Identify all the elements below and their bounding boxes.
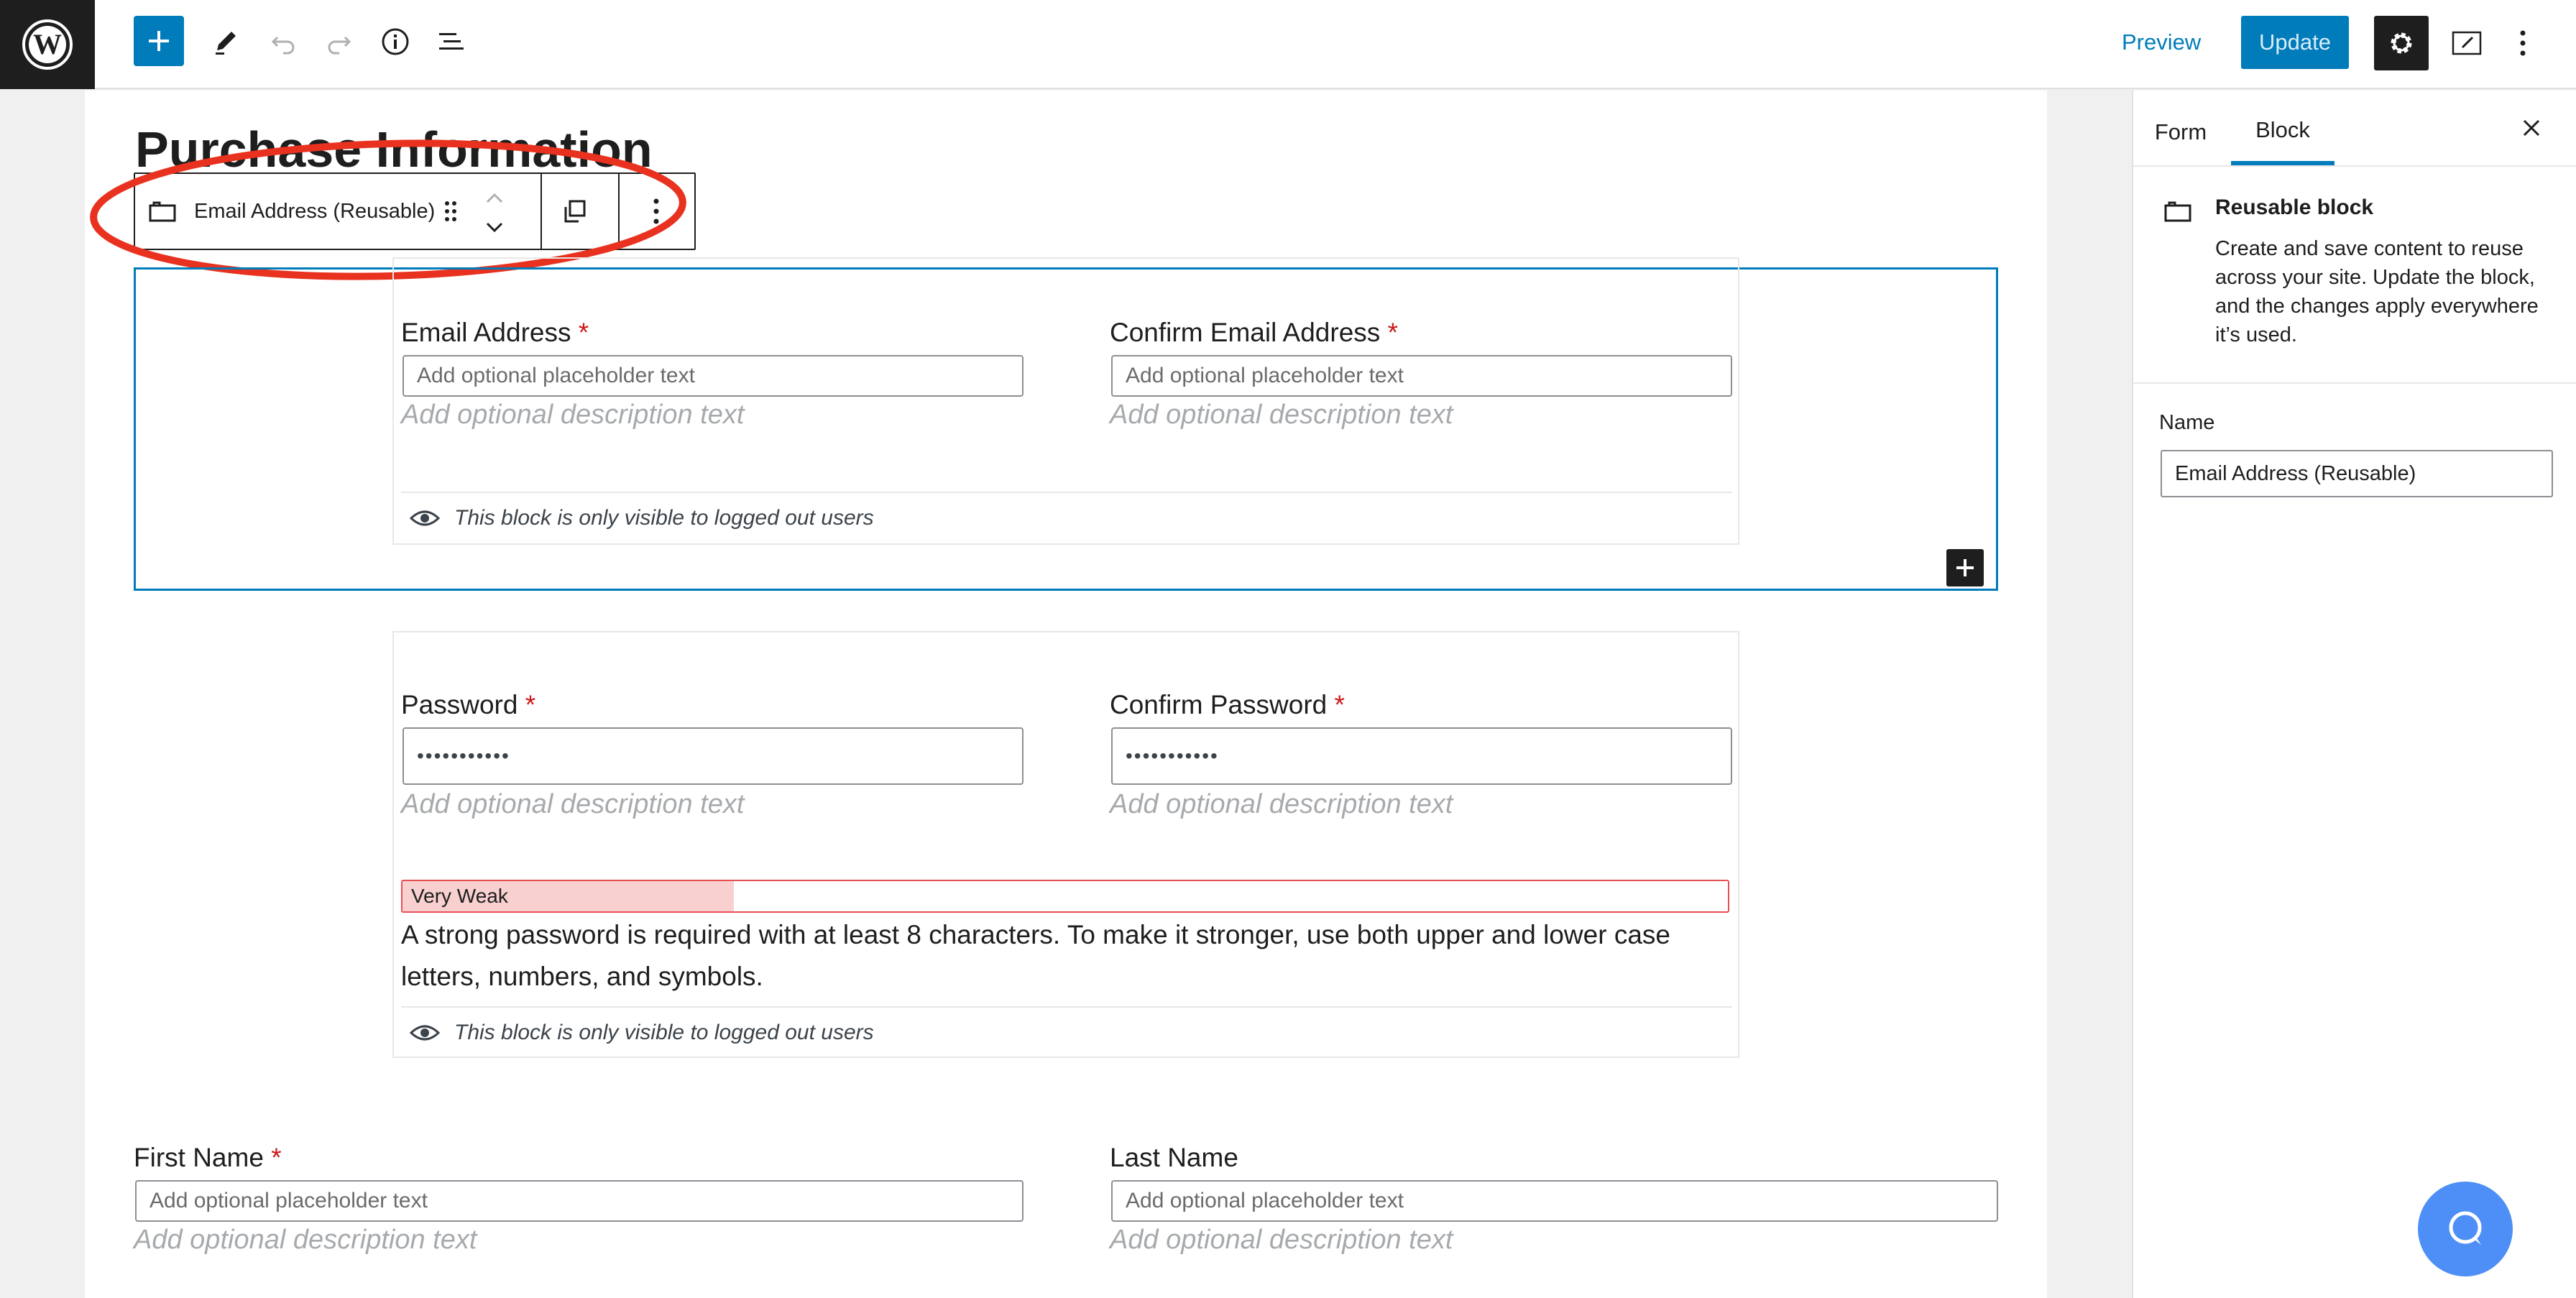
email-description[interactable]: Add optional description text <box>401 400 744 431</box>
close-icon[interactable] <box>2513 109 2550 147</box>
list-view-icon[interactable] <box>430 20 473 63</box>
plus-icon <box>149 31 169 51</box>
divider <box>401 492 1732 493</box>
first-name-label: First Name * <box>134 1143 282 1172</box>
help-chat-icon <box>2449 1211 2482 1245</box>
undo-icon[interactable] <box>262 20 305 63</box>
name-field-label: Name <box>2159 411 2215 434</box>
confirm-password-description[interactable]: Add optional description text <box>1110 789 1453 820</box>
confirm-email-label: Confirm Email Address * <box>1110 318 1398 347</box>
last-name-description[interactable]: Add optional description text <box>1110 1225 1453 1256</box>
visibility-note: This block is only visible to logged out… <box>410 500 874 536</box>
email-label: Email Address * <box>401 318 589 347</box>
tab-form[interactable]: Form <box>2133 99 2228 165</box>
divider <box>2133 382 2576 384</box>
first-name-input[interactable]: Add optional placeholder text <box>135 1180 1024 1222</box>
svg-text:W: W <box>33 28 62 60</box>
wordpress-logo-icon[interactable]: W <box>0 0 95 89</box>
info-icon[interactable] <box>374 20 417 63</box>
editor-panel-icon[interactable] <box>2444 20 2490 66</box>
eye-icon <box>410 1025 440 1041</box>
strength-label: Very Weak <box>411 885 508 907</box>
update-button[interactable]: Update <box>2241 16 2349 69</box>
pencil-icon[interactable] <box>204 20 247 63</box>
add-block-button[interactable] <box>134 16 184 66</box>
password-description[interactable]: Add optional description text <box>401 789 744 820</box>
more-vertical-icon[interactable] <box>2507 20 2539 66</box>
settings-button[interactable] <box>2374 16 2429 70</box>
preview-button[interactable]: Preview <box>2113 20 2209 65</box>
reusable-block-icon <box>2161 194 2195 229</box>
tab-block[interactable]: Block <box>2231 99 2334 165</box>
divider <box>401 1006 1732 1008</box>
confirm-password-input[interactable]: ••••••••••• <box>1111 727 1732 785</box>
password-hint: A strong password is required with at le… <box>401 920 1670 991</box>
top-toolbar: W Preview Update <box>0 0 2576 89</box>
email-input[interactable]: Add optional placeholder text <box>402 355 1024 397</box>
sidebar-block-description: Create and save content to reuse across … <box>2215 237 2539 346</box>
visibility-note: This block is only visible to logged out… <box>410 1015 874 1051</box>
divider <box>2133 165 2576 167</box>
sidebar-block-title: Reusable block <box>2215 195 2374 219</box>
confirm-password-label: Confirm Password * <box>1110 690 1345 719</box>
help-chat-button[interactable] <box>2418 1182 2513 1276</box>
password-label: Password * <box>401 690 536 719</box>
confirm-email-description[interactable]: Add optional description text <box>1110 400 1453 431</box>
password-input[interactable]: ••••••••••• <box>402 727 1024 785</box>
last-name-input[interactable]: Add optional placeholder text <box>1111 1180 1998 1222</box>
eye-icon <box>410 510 440 526</box>
password-strength-meter: Very Weak <box>401 880 1729 913</box>
block-name-input[interactable] <box>2161 450 2553 497</box>
redo-icon[interactable] <box>318 20 361 63</box>
first-name-description[interactable]: Add optional description text <box>134 1225 477 1256</box>
gear-icon <box>2391 32 2412 54</box>
last-name-label: Last Name <box>1110 1143 1238 1172</box>
plus-icon <box>1956 559 1974 576</box>
confirm-email-input[interactable]: Add optional placeholder text <box>1111 355 1732 397</box>
add-block-inline-button[interactable] <box>1946 549 1984 586</box>
